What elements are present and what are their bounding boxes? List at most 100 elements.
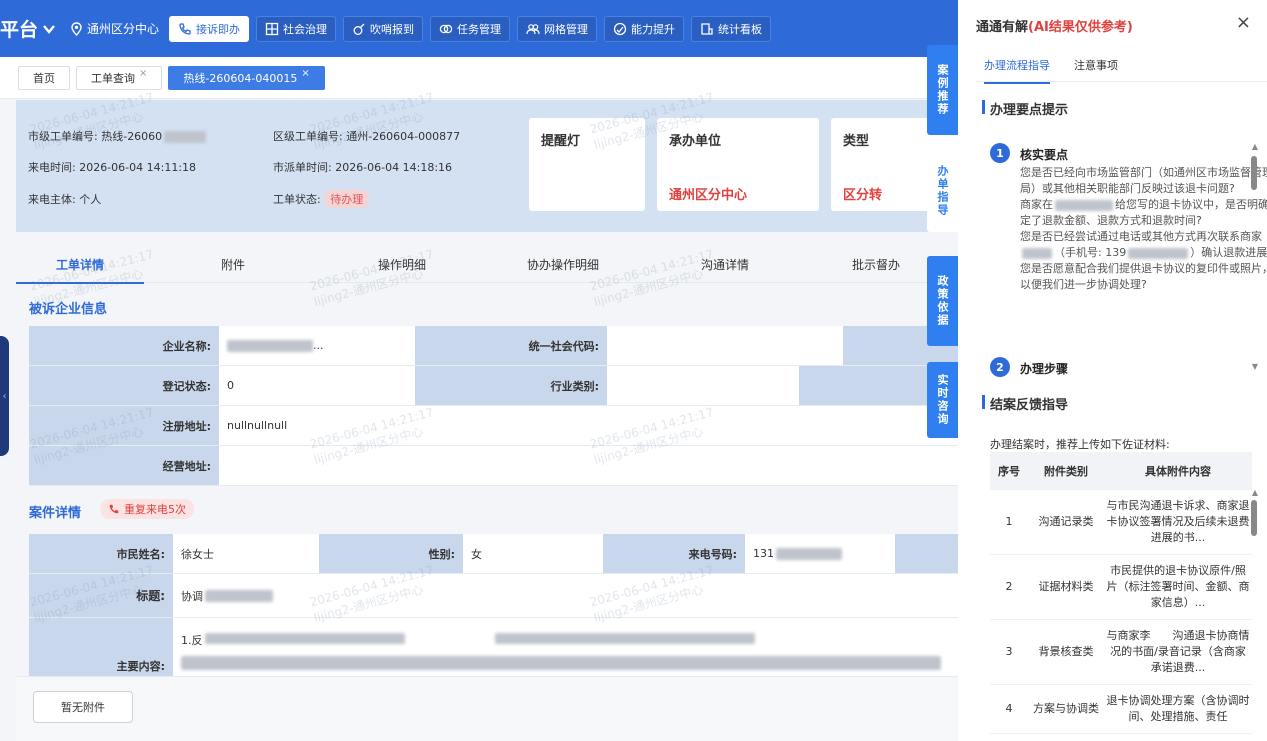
field-label: 注册地址: [29,406,219,445]
feedback-note: 办理结案时，推荐上传如下佐证材料: [990,438,1170,451]
guidance-scrollbar[interactable] [1251,156,1257,190]
tab-precautions[interactable]: 注意事项 [1074,57,1118,84]
field-label: 区级工单编号: [273,130,343,143]
side-tab-policy[interactable]: 政策依据 [927,256,958,346]
redacted-block [1055,199,1113,211]
field-label: 标题: [29,574,173,617]
field-value: 热线-26060 [101,130,163,143]
step-verify: 1 核实要点 您是否已经向市场监管部门（如通州区市场监督管理局）或其他相关职能部… [990,143,1267,343]
field-value: 女 [471,547,482,561]
table-header-row: 序号 附件类别 具体附件内容 [990,452,1252,490]
no-attachment-button[interactable]: 暂无附件 [33,691,133,723]
field-value: 个人 [79,193,102,206]
field-label: 经营地址: [29,446,219,485]
close-icon[interactable]: × [139,68,147,79]
table-row: 经营地址: [29,446,958,486]
field-label: 市派单时间: [273,161,332,174]
tab-ticket-detail[interactable]: 工单详情 [16,253,144,284]
tab-assist-operation[interactable]: 协办操作明细 [482,253,644,282]
nav-grid[interactable]: 网格管理 [517,15,598,42]
tab-process-guidance[interactable]: 办理流程指导 [984,57,1050,84]
evidence-materials-table: 序号 附件类别 具体附件内容 1 沟通记录类 与市民沟通退卡诉求、商家退卡协议签… [990,452,1252,734]
scroll-up-icon[interactable]: ▲ [1252,488,1258,497]
location-icon [71,21,82,36]
field-label: 登记状态: [29,366,219,405]
side-tab-case-recommend[interactable]: 案例推荐 [927,45,958,135]
redacted-block [204,633,405,644]
side-tab-label: 办单指导 [936,165,949,217]
card-value: 区分转 [843,188,883,203]
task-icon [439,24,453,33]
enterprise-section-title: 被诉企业信息 [29,302,108,317]
phone-icon [109,504,119,514]
field-label: 来电时间: [28,161,76,174]
table-row: 登记状态: 0 行业类别: 税 [29,366,958,406]
platform-brand[interactable]: 平台 [0,15,56,42]
row-content: 退卡协调处理方案（含协调时间、处理措施、责任 [1104,684,1252,734]
caller-phone: 131 [745,534,895,573]
field-value: nullnullnull [227,419,288,432]
district-ticket-no: 区级工单编号: 通州-260604-000877 [273,128,460,144]
field-value: 131 [753,547,774,560]
step-line: 您是否愿意配合我们提供退卡协议的复印件或照片，以便我们进一步协调处理? [1020,262,1267,291]
module-nav: 接诉即办 社会治理 吹哨报到 任务管理 网格管理 能力提升 统计看板 [169,15,772,42]
row-number: 3 [990,619,1028,685]
tab-attachments[interactable]: 附件 [144,253,322,282]
tab-supervision[interactable]: 批示督办 [806,253,946,282]
row-category: 方案与协调类 [1028,684,1104,734]
close-icon[interactable]: × [301,68,309,79]
page-tab-ticket-query[interactable]: 工单查询 × [76,65,163,90]
field-label: 主要内容: [29,618,173,676]
redacted-block [181,656,941,670]
page-tab-label: 热线-260604-040015 [183,71,298,85]
field-value [219,446,819,485]
feedback-title: 结案反馈指导 [981,394,1068,413]
redacted-block [205,589,273,602]
close-icon[interactable]: × [1236,12,1251,33]
row-number: 1 [990,490,1028,555]
field-label: 来电号码: [603,534,745,573]
table-scrollbar[interactable] [1251,500,1257,536]
step-title: 核实要点 [1020,148,1069,162]
field-label: 市民姓名: [29,534,173,573]
drawer-title-text: 通通有解 [976,20,1029,35]
field-label: 企业名称: [29,326,219,365]
case-section-title: 案件详情 [29,506,82,521]
enterprise-name: ... [219,326,409,365]
sidebar-collapse-handle[interactable]: ‹ [0,336,9,456]
nav-complaint[interactable]: 接诉即办 [169,15,250,42]
page-tab-home[interactable]: 首页 [18,65,70,90]
step-text: 您是否已经尝试通过电话或其他方式再次联系商家 [1020,230,1262,243]
tab-operation-detail[interactable]: 操作明细 [322,253,482,282]
step-text: （手机号: 139 [1054,246,1127,259]
repeat-call-badge[interactable]: 重复来电5次 [100,499,194,519]
step-line: 您是否已经向市场监管部门（如通州区市场监督管理局）或其他相关职能部门反映过该退卡… [1020,166,1267,195]
table-row: 2 证据材料类 市民提供的退卡协议原件/照片（标注签署时间、金额、商家信息）..… [990,554,1252,620]
nav-capability[interactable]: 能力提升 [604,15,685,42]
nav-whistle[interactable]: 吹哨报到 [343,15,424,42]
nav-dashboard[interactable]: 统计看板 [691,15,772,42]
field-value: 徐女士 [181,547,214,561]
redacted-block [494,633,755,644]
nav-task[interactable]: 任务管理 [430,15,511,42]
side-tab-guidance[interactable]: 办单指导 [927,150,958,232]
field-value: ... [313,339,324,352]
caller-type: 来电主体: 个人 [28,191,101,207]
center-selector[interactable]: 通州区分中心 [70,20,159,37]
page-tab-strip: 首页 工单查询 × 热线-260604-040015 × [0,57,958,99]
field-value: 协调 [181,589,203,603]
page-tab-label: 首页 [33,71,55,85]
nav-governance[interactable]: 社会治理 [256,15,337,42]
side-tab-realtime[interactable]: 实时咨询 [927,362,958,438]
tab-communication[interactable]: 沟通详情 [644,253,806,282]
board-icon [701,22,713,35]
grid-icon [265,22,279,35]
page-tab-ticket-detail[interactable]: 热线-260604-040015 × [168,65,325,90]
handling-unit-card: 承办单位 通州区分中心 [657,118,819,211]
scroll-up-icon[interactable]: ▲ [1252,142,1258,151]
detail-tabs: 工单详情 附件 操作明细 协办操作明细 沟通详情 批示督办 [16,253,958,284]
table-row: 1 沟通记录类 与市民沟通退卡诉求、商家退卡协议签署情况及后续未退费进展的书..… [990,490,1252,555]
redacted-block [1022,247,1052,259]
side-tab-label: 政策依据 [936,275,949,327]
scroll-down-icon[interactable]: ▼ [1252,362,1258,371]
